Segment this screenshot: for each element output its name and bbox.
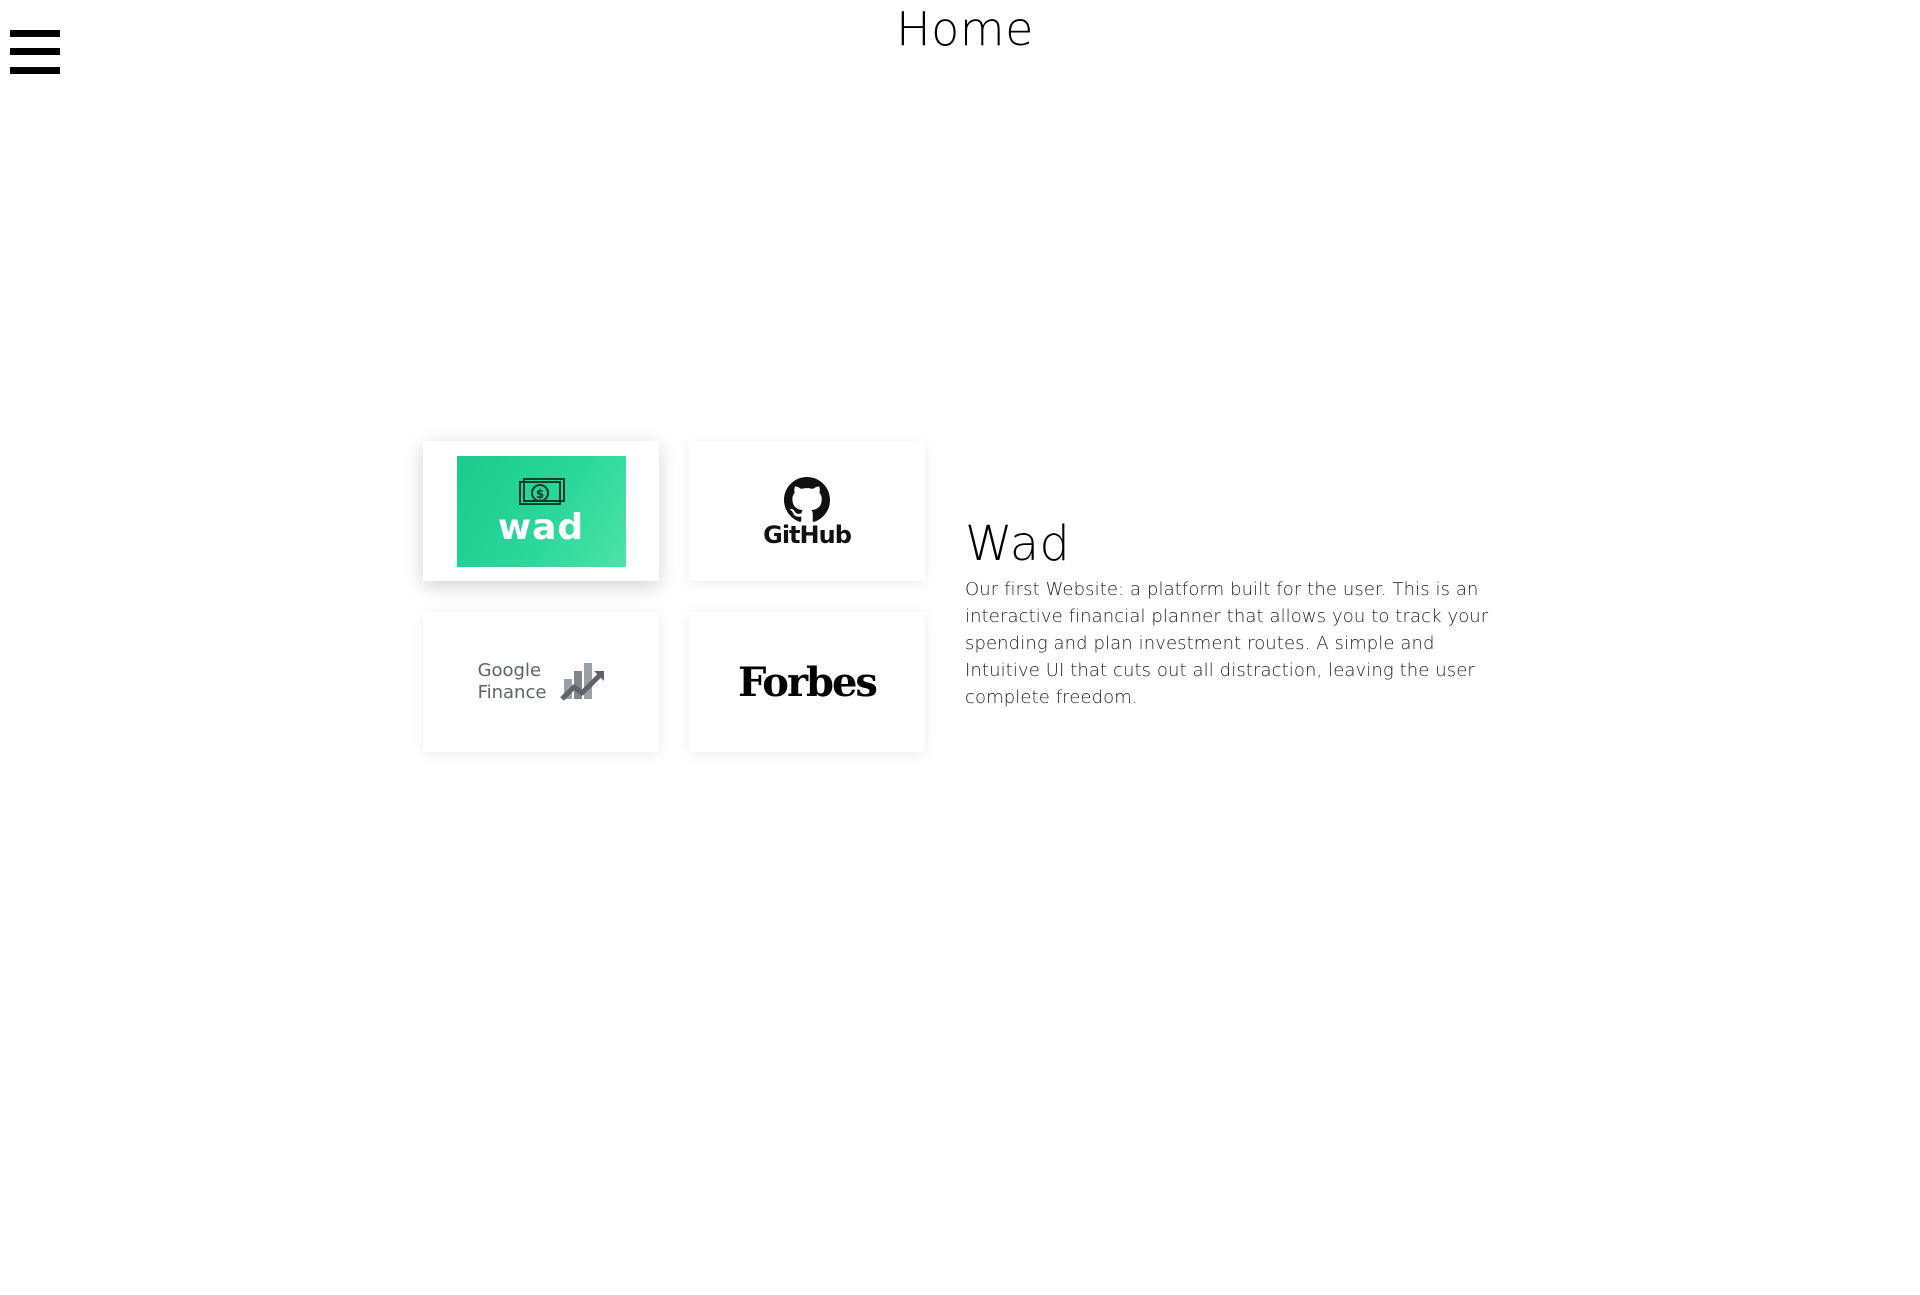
wad-logo: $ wad bbox=[456, 455, 626, 567]
dollar-bill-icon: $ bbox=[518, 477, 565, 505]
svg-text:$: $ bbox=[535, 487, 543, 501]
project-description: Our first Website: a platform built for … bbox=[965, 579, 1489, 708]
card-github[interactable]: GitHub bbox=[689, 441, 925, 581]
github-logo-text: GitHub bbox=[763, 521, 852, 549]
card-wad[interactable]: $ wad bbox=[423, 441, 659, 581]
forbes-logo: Forbes bbox=[738, 658, 878, 706]
google-finance-logo-text: Google Finance bbox=[478, 660, 547, 704]
card-google-finance[interactable]: Google Finance bbox=[423, 612, 659, 752]
google-finance-line2: Finance bbox=[477, 682, 547, 703]
google-finance-logo: Google Finance bbox=[478, 660, 605, 704]
google-finance-line1: Google bbox=[477, 660, 542, 681]
page-title: Home bbox=[896, 2, 1034, 56]
home-page: Home $ wad GitHub Google Finance Forbes … bbox=[0, 0, 1920, 1295]
project-title: Wad bbox=[965, 516, 1071, 572]
menu-bar bbox=[10, 67, 60, 74]
wad-logo-text: wad bbox=[497, 506, 585, 548]
github-logo: GitHub bbox=[763, 477, 852, 549]
octocat-icon bbox=[784, 477, 830, 522]
project-detail: Wad Our first Website: a platform built … bbox=[965, 512, 1510, 711]
finance-chart-icon bbox=[560, 663, 605, 701]
card-forbes[interactable]: Forbes bbox=[689, 612, 925, 752]
